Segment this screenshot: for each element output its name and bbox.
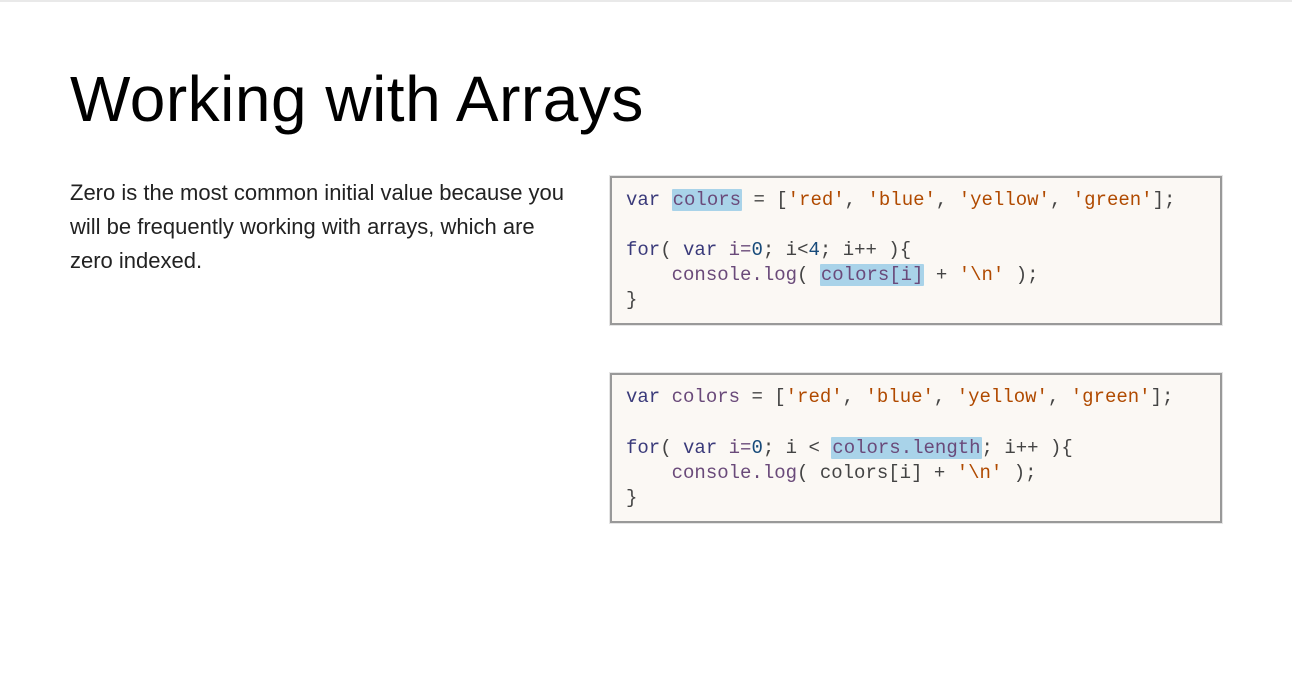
punct: ; i <: [763, 437, 831, 459]
log: log: [763, 264, 797, 286]
log: log: [763, 462, 797, 484]
slide-title: Working with Arrays: [70, 62, 1222, 136]
console: console.: [626, 264, 763, 286]
brace-close: }: [626, 487, 637, 509]
punct: ,: [845, 189, 868, 211]
punct: );: [1004, 264, 1038, 286]
kw-var: var: [626, 189, 660, 211]
ident: i=: [717, 239, 751, 261]
str: 'red': [788, 189, 845, 211]
punct: ];: [1151, 386, 1174, 408]
hl-colors: colors: [672, 189, 742, 211]
punct: = [: [740, 386, 786, 408]
punct: ; i++ ){: [982, 437, 1073, 459]
punct: ,: [936, 189, 959, 211]
ident: i=: [717, 437, 751, 459]
punct: (: [660, 239, 683, 261]
punct: ,: [1050, 189, 1073, 211]
kw-for: for: [626, 239, 660, 261]
punct: ,: [934, 386, 957, 408]
punct: (: [797, 264, 820, 286]
punct: +: [924, 264, 958, 286]
punct: ,: [843, 386, 866, 408]
num: 0: [751, 239, 762, 261]
punct: ,: [1048, 386, 1071, 408]
punct: (: [660, 437, 683, 459]
kw-var: var: [683, 239, 717, 261]
str: '\n': [957, 462, 1003, 484]
hl-colors-length: colors.length: [831, 437, 981, 459]
num: 4: [808, 239, 819, 261]
punct: ; i++ ){: [820, 239, 911, 261]
slide: Working with Arrays Zero is the most com…: [0, 0, 1292, 692]
punct: ; i<: [763, 239, 809, 261]
str: 'green': [1073, 189, 1153, 211]
punct: );: [1002, 462, 1036, 484]
str: 'green': [1071, 386, 1151, 408]
body-text: Zero is the most common initial value be…: [70, 176, 570, 278]
str: 'red': [786, 386, 843, 408]
code-block-1: var colors = ['red', 'blue', 'yellow', '…: [610, 176, 1222, 325]
code-column: var colors = ['red', 'blue', 'yellow', '…: [610, 176, 1222, 523]
kw-var: var: [683, 437, 717, 459]
code-block-2: var colors = ['red', 'blue', 'yellow', '…: [610, 373, 1222, 522]
punct: ( colors[i] +: [797, 462, 957, 484]
hl-colors-i: colors[i]: [820, 264, 925, 286]
num: 0: [751, 437, 762, 459]
kw-for: for: [626, 437, 660, 459]
brace-close: }: [626, 289, 637, 311]
kw-var: var: [626, 386, 660, 408]
str: '\n': [959, 264, 1005, 286]
punct: = [: [742, 189, 788, 211]
str: 'blue': [867, 189, 935, 211]
punct: ];: [1153, 189, 1176, 211]
str: 'yellow': [957, 386, 1048, 408]
slide-columns: Zero is the most common initial value be…: [70, 176, 1222, 523]
console: console.: [626, 462, 763, 484]
str: 'yellow': [959, 189, 1050, 211]
ident-colors: colors: [672, 386, 740, 408]
str: 'blue': [865, 386, 933, 408]
